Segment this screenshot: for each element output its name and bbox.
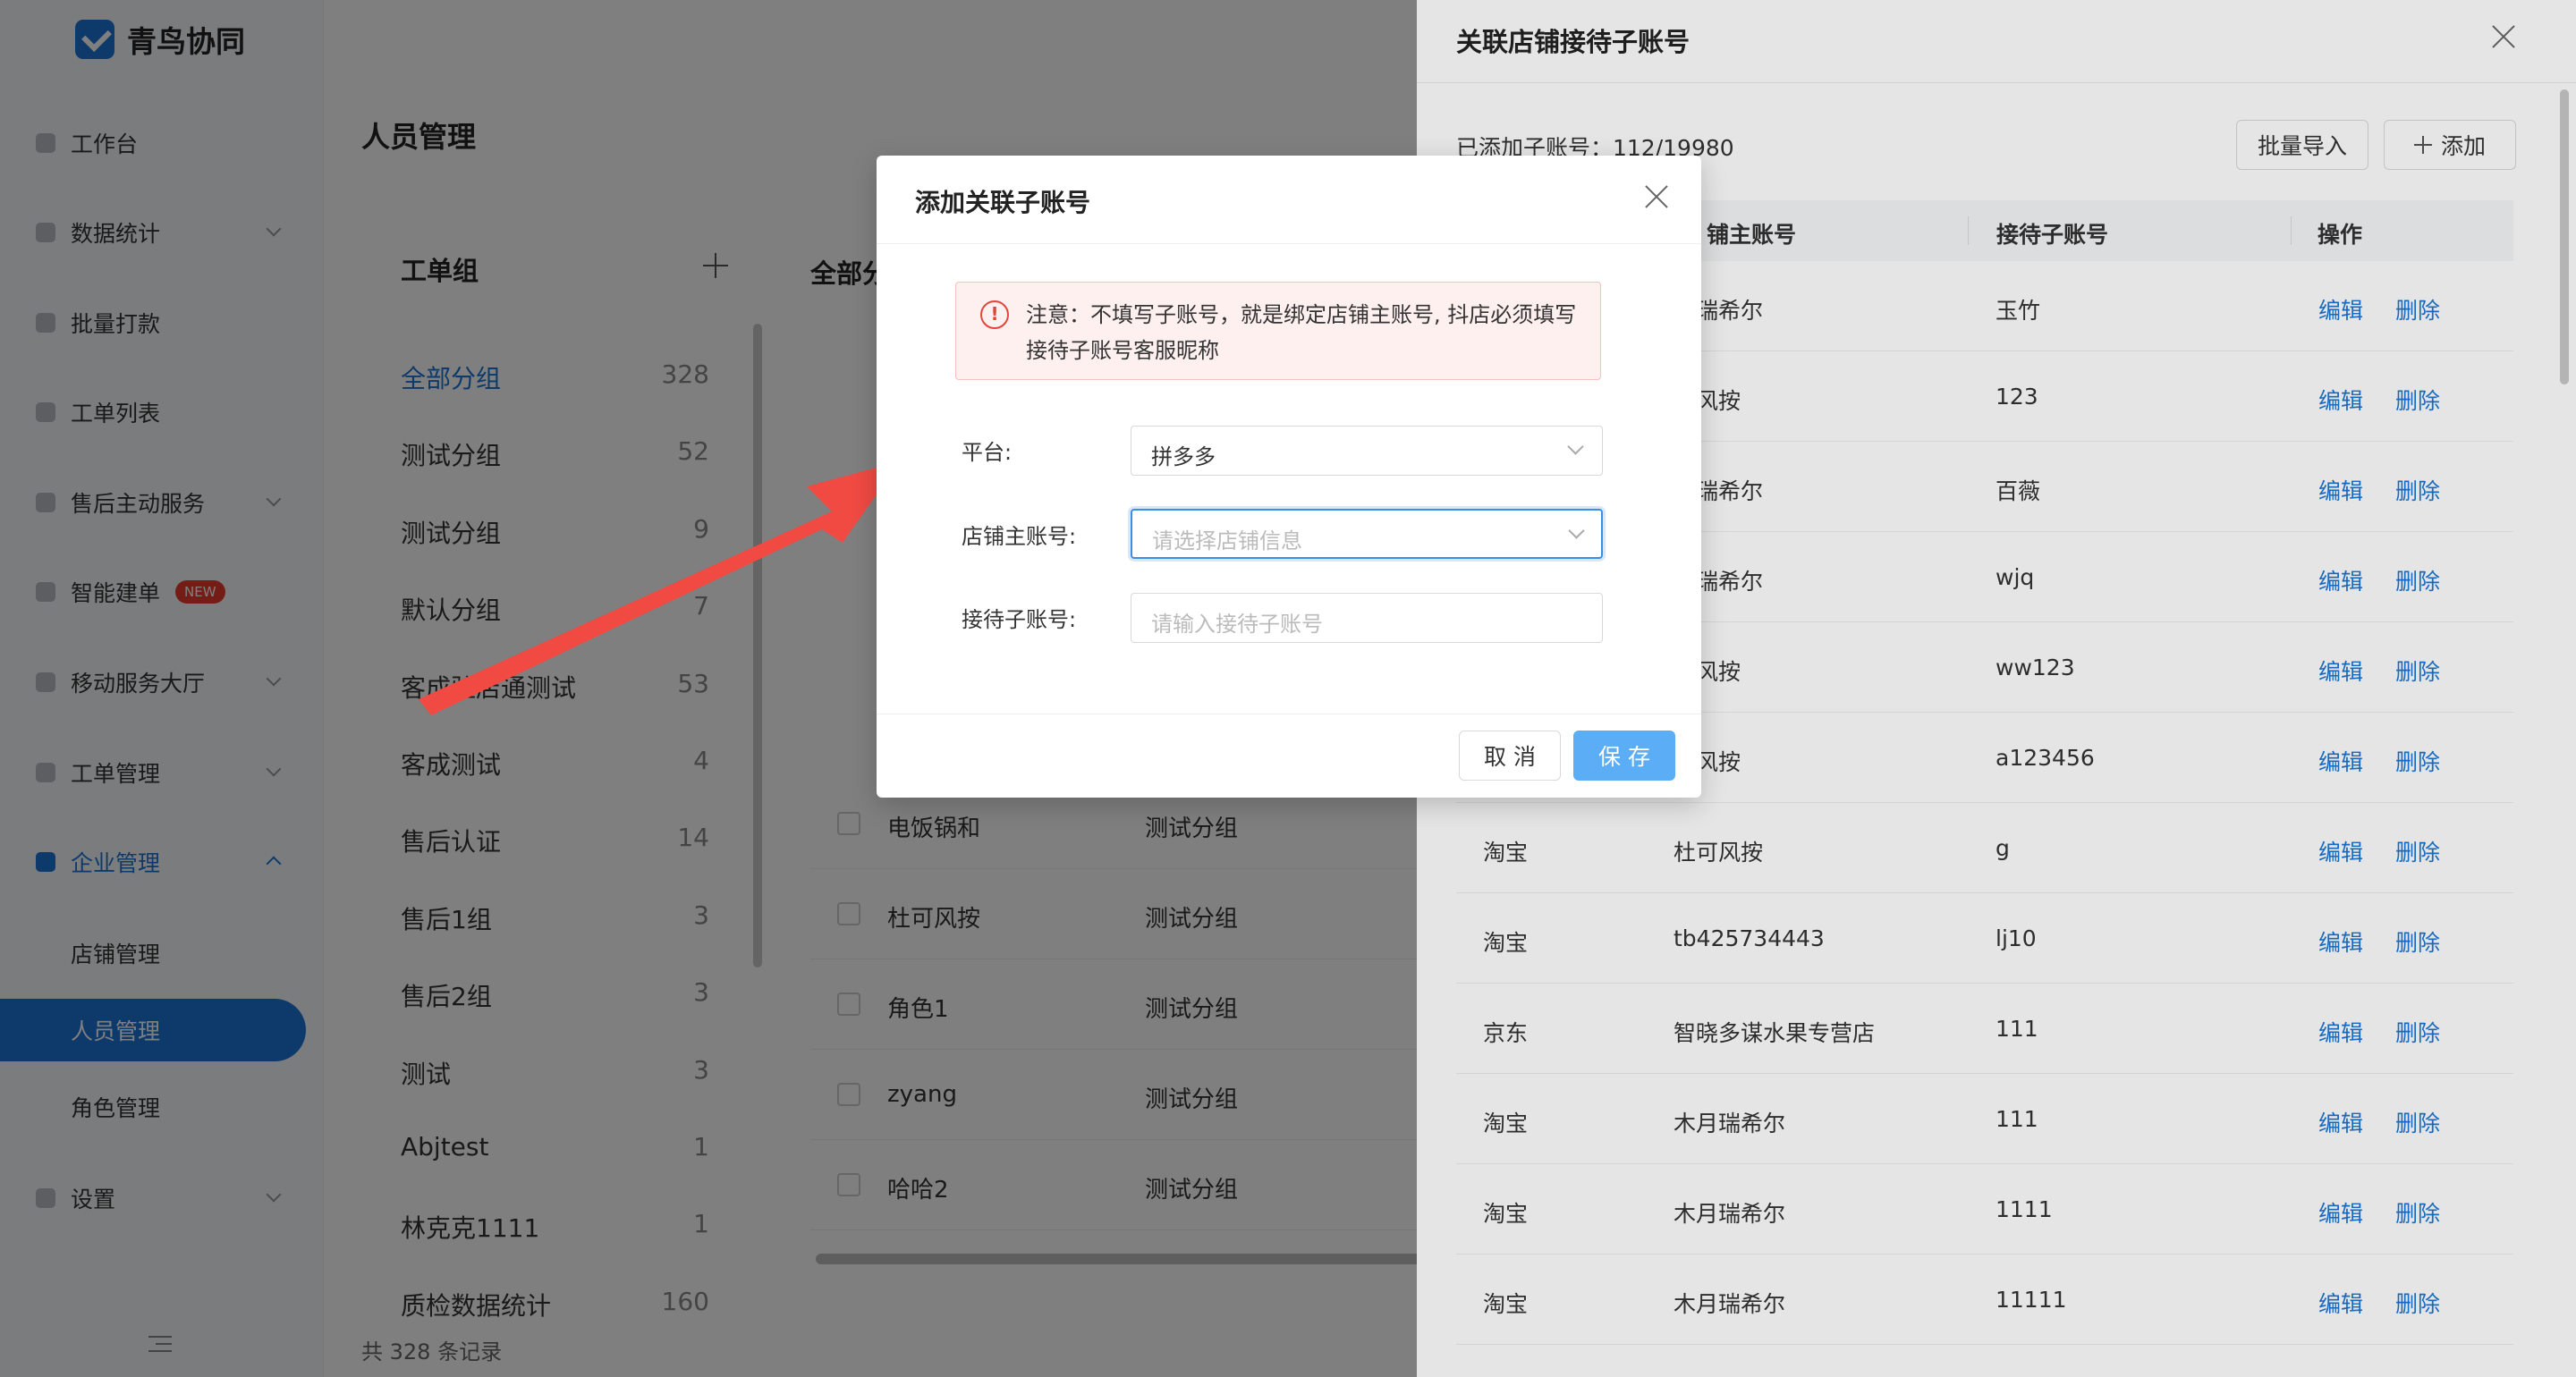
shop-account-label: 店铺主账号:: [962, 524, 1077, 549]
save-button[interactable]: 保 存: [1573, 731, 1675, 781]
chevron-down-icon: [1567, 438, 1584, 455]
shop-account-select[interactable]: 请选择店铺信息: [1131, 509, 1603, 559]
modal-title: 添加关联子账号: [915, 188, 1091, 217]
modal-close-icon[interactable]: [1644, 184, 1669, 209]
platform-label: 平台:: [962, 440, 1013, 465]
sub-account-label: 接待子账号:: [962, 607, 1077, 632]
chevron-down-icon: [1568, 522, 1585, 539]
modal-divider: [877, 243, 1701, 244]
sub-account-input[interactable]: 请输入接待子账号: [1131, 593, 1603, 643]
add-sub-account-modal: [877, 156, 1701, 798]
warning-icon: !: [980, 300, 1009, 329]
platform-select[interactable]: 拼多多: [1131, 426, 1603, 476]
notice-text: 注意：不填写子账号，就是绑定店铺主账号, 抖店必须填写接待子账号客服昵称: [1026, 302, 1577, 363]
shop-account-placeholder: 请选择店铺信息: [1152, 528, 1302, 553]
cancel-button[interactable]: 取 消: [1459, 731, 1561, 781]
sub-account-placeholder: 请输入接待子账号: [1151, 612, 1323, 637]
platform-value: 拼多多: [1151, 444, 1216, 469]
